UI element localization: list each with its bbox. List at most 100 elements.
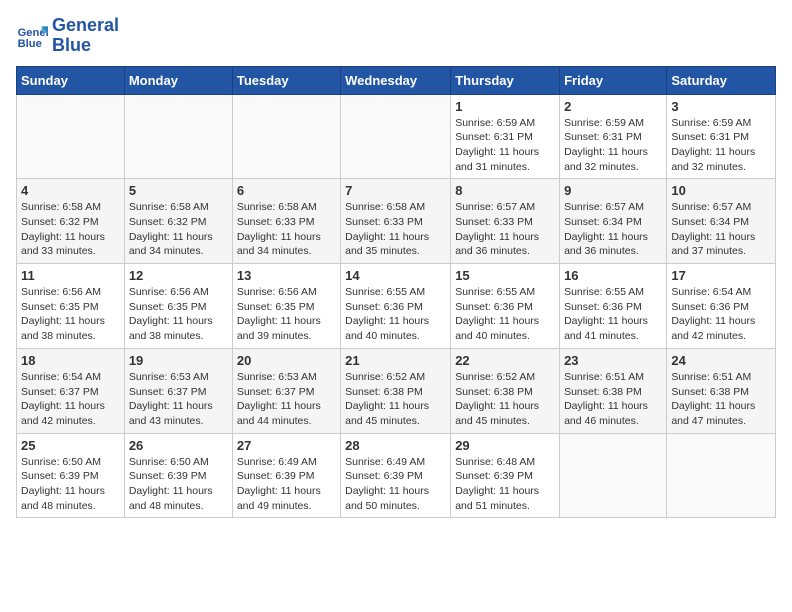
- day-number: 25: [21, 438, 120, 453]
- calendar-cell: [17, 94, 125, 179]
- header-day-saturday: Saturday: [667, 66, 776, 94]
- calendar-week-3: 11 Sunrise: 6:56 AMSunset: 6:35 PMDayligh…: [17, 264, 776, 349]
- calendar-cell: 18Sunrise: 6:54 AMSunset: 6:37 PMDayligh…: [17, 348, 125, 433]
- header-day-monday: Monday: [124, 66, 232, 94]
- calendar-cell: 20Sunrise: 6:53 AMSunset: 6:37 PMDayligh…: [232, 348, 340, 433]
- calendar-table: SundayMondayTuesdayWednesdayThursdayFrid…: [16, 66, 776, 519]
- day-info: Sunrise: 6:53 AMSunset: 6:37 PMDaylight:…: [237, 370, 336, 429]
- day-number: 12: [129, 268, 228, 283]
- day-number: 27: [237, 438, 336, 453]
- day-number: 26: [129, 438, 228, 453]
- calendar-week-1: 1 Sunrise: 6:59 AMSunset: 6:31 PMDaylight…: [17, 94, 776, 179]
- day-number: 29: [455, 438, 555, 453]
- calendar-week-2: 4 Sunrise: 6:58 AMSunset: 6:32 PMDaylight…: [17, 179, 776, 264]
- day-number: 7: [345, 183, 446, 198]
- day-number: 2: [564, 99, 662, 114]
- header: General Blue General Blue: [16, 16, 776, 56]
- header-day-sunday: Sunday: [17, 66, 125, 94]
- logo-text: General Blue: [52, 16, 119, 56]
- day-number: 21: [345, 353, 446, 368]
- day-info: Sunrise: 6:54 AMSunset: 6:36 PMDaylight:…: [671, 285, 771, 344]
- calendar-cell: [124, 94, 232, 179]
- day-info: Sunrise: 6:55 AMSunset: 6:36 PMDaylight:…: [345, 285, 446, 344]
- header-day-wednesday: Wednesday: [341, 66, 451, 94]
- calendar-cell: 13Sunrise: 6:56 AMSunset: 6:35 PMDayligh…: [232, 264, 340, 349]
- calendar-cell: 16 Sunrise: 6:55 AMSunset: 6:36 PMDayligh…: [560, 264, 667, 349]
- day-info: Sunrise: 6:55 AMSunset: 6:36 PMDaylight:…: [564, 285, 662, 344]
- calendar-cell: 10 Sunrise: 6:57 AMSunset: 6:34 PMDayligh…: [667, 179, 776, 264]
- calendar-cell: [232, 94, 340, 179]
- calendar-cell: 29 Sunrise: 6:48 AMSunset: 6:39 PMDayligh…: [451, 433, 560, 518]
- calendar-cell: 14 Sunrise: 6:55 AMSunset: 6:36 PMDayligh…: [341, 264, 451, 349]
- calendar-week-4: 18Sunrise: 6:54 AMSunset: 6:37 PMDayligh…: [17, 348, 776, 433]
- header-day-thursday: Thursday: [451, 66, 560, 94]
- day-info: Sunrise: 6:58 AMSunset: 6:33 PMDaylight:…: [237, 200, 336, 259]
- day-info: Sunrise: 6:54 AMSunset: 6:37 PMDaylight:…: [21, 370, 120, 429]
- day-info: Sunrise: 6:50 AMSunset: 6:39 PMDaylight:…: [21, 455, 120, 514]
- calendar-cell: 12 Sunrise: 6:56 AMSunset: 6:35 PMDayligh…: [124, 264, 232, 349]
- calendar-cell: 19Sunrise: 6:53 AMSunset: 6:37 PMDayligh…: [124, 348, 232, 433]
- day-number: 11: [21, 268, 120, 283]
- day-number: 14: [345, 268, 446, 283]
- day-number: 17: [671, 268, 771, 283]
- svg-text:Blue: Blue: [18, 38, 42, 50]
- calendar-cell: 17 Sunrise: 6:54 AMSunset: 6:36 PMDayligh…: [667, 264, 776, 349]
- calendar-cell: 11 Sunrise: 6:56 AMSunset: 6:35 PMDayligh…: [17, 264, 125, 349]
- day-info: Sunrise: 6:50 AMSunset: 6:39 PMDaylight:…: [129, 455, 228, 514]
- logo-icon: General Blue: [16, 20, 48, 52]
- calendar-cell: 27 Sunrise: 6:49 AMSunset: 6:39 PMDayligh…: [232, 433, 340, 518]
- day-number: 23: [564, 353, 662, 368]
- day-number: 3: [671, 99, 771, 114]
- calendar-cell: 9 Sunrise: 6:57 AMSunset: 6:34 PMDaylight…: [560, 179, 667, 264]
- day-number: 22: [455, 353, 555, 368]
- calendar-cell: [667, 433, 776, 518]
- day-info: Sunrise: 6:59 AMSunset: 6:31 PMDaylight:…: [564, 116, 662, 175]
- day-info: Sunrise: 6:49 AMSunset: 6:39 PMDaylight:…: [237, 455, 336, 514]
- day-info: Sunrise: 6:58 AMSunset: 6:33 PMDaylight:…: [345, 200, 446, 259]
- header-day-friday: Friday: [560, 66, 667, 94]
- day-info: Sunrise: 6:48 AMSunset: 6:39 PMDaylight:…: [455, 455, 555, 514]
- calendar-cell: [560, 433, 667, 518]
- day-info: Sunrise: 6:52 AMSunset: 6:38 PMDaylight:…: [345, 370, 446, 429]
- calendar-cell: 7 Sunrise: 6:58 AMSunset: 6:33 PMDaylight…: [341, 179, 451, 264]
- calendar-cell: 25 Sunrise: 6:50 AMSunset: 6:39 PMDayligh…: [17, 433, 125, 518]
- calendar-cell: 5Sunrise: 6:58 AMSunset: 6:32 PMDaylight…: [124, 179, 232, 264]
- header-day-tuesday: Tuesday: [232, 66, 340, 94]
- calendar-cell: 8Sunrise: 6:57 AMSunset: 6:33 PMDaylight…: [451, 179, 560, 264]
- day-number: 13: [237, 268, 336, 283]
- calendar-cell: 6 Sunrise: 6:58 AMSunset: 6:33 PMDaylight…: [232, 179, 340, 264]
- day-info: Sunrise: 6:52 AMSunset: 6:38 PMDaylight:…: [455, 370, 555, 429]
- day-number: 28: [345, 438, 446, 453]
- day-info: Sunrise: 6:59 AMSunset: 6:31 PMDaylight:…: [671, 116, 771, 175]
- calendar-cell: [341, 94, 451, 179]
- day-number: 19: [129, 353, 228, 368]
- day-number: 4: [21, 183, 120, 198]
- day-info: Sunrise: 6:57 AMSunset: 6:33 PMDaylight:…: [455, 200, 555, 259]
- day-info: Sunrise: 6:57 AMSunset: 6:34 PMDaylight:…: [671, 200, 771, 259]
- logo: General Blue General Blue: [16, 16, 119, 56]
- day-info: Sunrise: 6:56 AMSunset: 6:35 PMDaylight:…: [21, 285, 120, 344]
- day-number: 9: [564, 183, 662, 198]
- calendar-cell: 28Sunrise: 6:49 AMSunset: 6:39 PMDayligh…: [341, 433, 451, 518]
- day-number: 5: [129, 183, 228, 198]
- day-info: Sunrise: 6:51 AMSunset: 6:38 PMDaylight:…: [671, 370, 771, 429]
- calendar-cell: 2 Sunrise: 6:59 AMSunset: 6:31 PMDaylight…: [560, 94, 667, 179]
- day-number: 24: [671, 353, 771, 368]
- day-number: 10: [671, 183, 771, 198]
- day-number: 6: [237, 183, 336, 198]
- calendar-cell: 23Sunrise: 6:51 AMSunset: 6:38 PMDayligh…: [560, 348, 667, 433]
- calendar-cell: 4 Sunrise: 6:58 AMSunset: 6:32 PMDaylight…: [17, 179, 125, 264]
- day-number: 1: [455, 99, 555, 114]
- calendar-header-row: SundayMondayTuesdayWednesdayThursdayFrid…: [17, 66, 776, 94]
- day-info: Sunrise: 6:59 AMSunset: 6:31 PMDaylight:…: [455, 116, 555, 175]
- day-number: 16: [564, 268, 662, 283]
- calendar-cell: 22 Sunrise: 6:52 AMSunset: 6:38 PMDayligh…: [451, 348, 560, 433]
- day-info: Sunrise: 6:58 AMSunset: 6:32 PMDaylight:…: [21, 200, 120, 259]
- calendar-cell: 21 Sunrise: 6:52 AMSunset: 6:38 PMDayligh…: [341, 348, 451, 433]
- day-info: Sunrise: 6:57 AMSunset: 6:34 PMDaylight:…: [564, 200, 662, 259]
- calendar-cell: 1 Sunrise: 6:59 AMSunset: 6:31 PMDaylight…: [451, 94, 560, 179]
- day-info: Sunrise: 6:56 AMSunset: 6:35 PMDaylight:…: [129, 285, 228, 344]
- calendar-cell: 26 Sunrise: 6:50 AMSunset: 6:39 PMDayligh…: [124, 433, 232, 518]
- calendar-cell: 24 Sunrise: 6:51 AMSunset: 6:38 PMDayligh…: [667, 348, 776, 433]
- day-number: 15: [455, 268, 555, 283]
